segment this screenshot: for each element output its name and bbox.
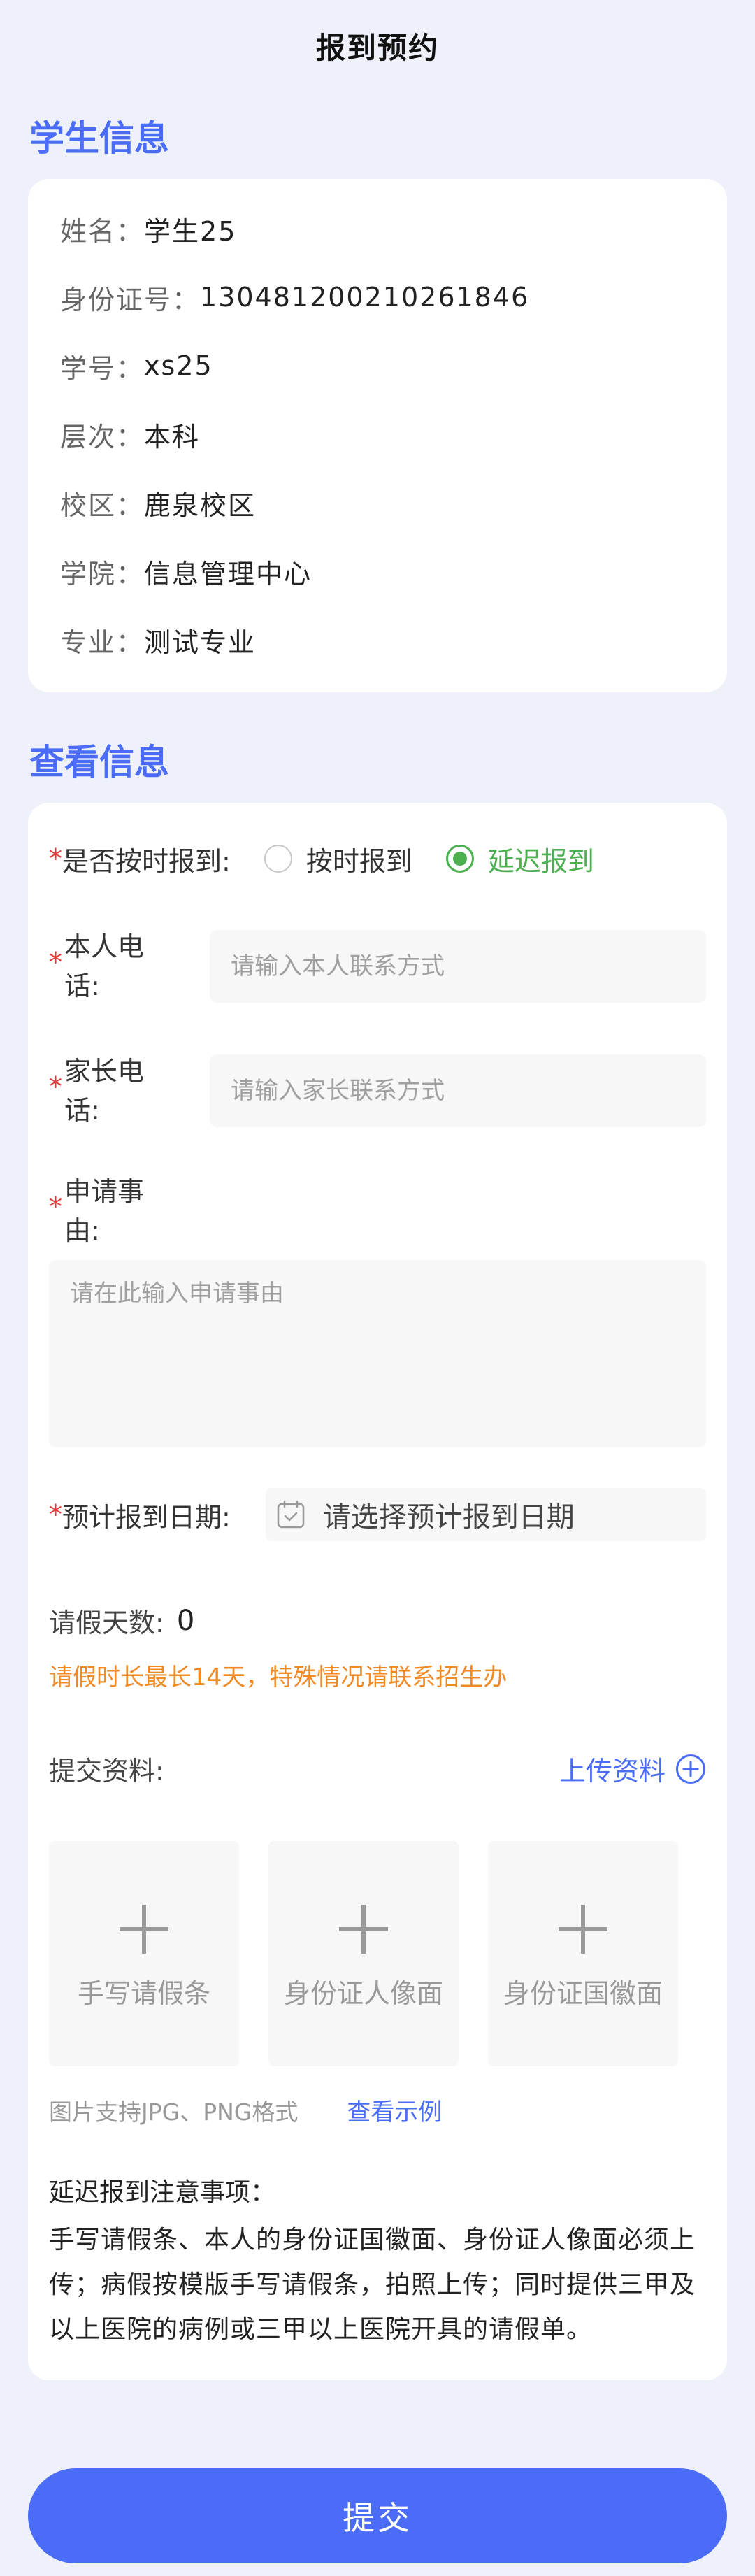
info-key: 层次： <box>60 421 145 452</box>
info-row-id-number: 身份证号： 130481200210261846 <box>28 263 727 331</box>
notice-title: 延迟报到注意事项： <box>49 2178 276 2207</box>
radio-ontime[interactable]: 按时报到 <box>264 840 412 878</box>
required-mark: * <box>49 1499 62 1530</box>
radio-ontime-label: 按时报到 <box>305 845 412 877</box>
student-info-card: 姓名： 学生25 身份证号： 130481200210261846 学号： xs… <box>28 179 727 692</box>
date-placeholder: 请选择预计报到日期 <box>322 1501 575 1533</box>
info-key: 专业： <box>60 627 145 658</box>
leave-days-row: 请假天数: 0 <box>49 1601 706 1640</box>
info-value: xs25 <box>144 350 213 381</box>
upload-button-label: 上传资料 <box>559 1756 666 1787</box>
ontime-row: * 是否按时报到: 按时报到 延迟报到 <box>49 831 706 887</box>
plus-icon <box>559 1904 607 1954</box>
info-row-college: 学院： 信息管理中心 <box>28 537 727 606</box>
upload-tile-label: 身份证国徽面 <box>503 1977 663 2009</box>
date-row: * 预计报到日期: 请选择预计报到日期 <box>49 1487 706 1543</box>
plus-icon <box>120 1904 168 1954</box>
radio-delayed-label: 延迟报到 <box>487 845 594 877</box>
self-phone-row: * 本人电话: <box>49 927 706 1006</box>
upload-row: 提交资料: 上传资料 <box>49 1749 706 1788</box>
radio-delayed[interactable]: 延迟报到 <box>445 840 594 878</box>
required-mark: * <box>49 843 62 874</box>
plus-icon <box>339 1904 388 1954</box>
view-example-link[interactable]: 查看示例 <box>347 2093 442 2127</box>
info-row-major: 专业： 测试专业 <box>28 606 727 674</box>
self-phone-label: 本人电话: <box>64 931 145 1001</box>
info-key: 学院： <box>60 558 145 589</box>
info-key: 学号： <box>60 352 145 384</box>
student-info-title: 学生信息 <box>29 118 169 159</box>
reason-block: * 申请事由: <box>49 1172 706 1450</box>
info-key: 校区： <box>60 489 145 521</box>
upload-tiles: 手写请假条 身份证人像面 身份证国徽面 <box>49 1841 706 2066</box>
parent-phone-row: * 家长电话: <box>49 1052 706 1130</box>
view-info-title: 查看信息 <box>29 742 169 782</box>
application-form-card: * 是否按时报到: 按时报到 延迟报到 * 本人电话: * 家长电话: * 申请… <box>28 803 727 2380</box>
upload-tile-label: 手写请假条 <box>77 1977 210 2009</box>
submit-button[interactable]: 提交 <box>28 2468 727 2563</box>
reason-label: 申请事由: <box>64 1176 145 1246</box>
upload-tile-id-emblem[interactable]: 身份证国徽面 <box>488 1841 678 2066</box>
info-value: 信息管理中心 <box>144 558 312 589</box>
format-row: 图片支持JPG、PNG格式 查看示例 <box>49 2093 706 2127</box>
ontime-label: 是否按时报到: <box>62 845 231 877</box>
info-row-level: 层次： 本科 <box>28 400 727 468</box>
notice-body: 手写请假条、本人的身份证国徽面、身份证人像面必须上传；病假按模版手写请假条，拍照… <box>49 2226 696 2344</box>
info-row-student-number: 学号： xs25 <box>28 331 727 400</box>
reason-label-wrap: * 申请事由: <box>49 1172 189 1250</box>
format-hint: 图片支持JPG、PNG格式 <box>49 2098 299 2126</box>
self-phone-input[interactable] <box>210 930 706 1003</box>
date-label: 预计报到日期: <box>62 1501 231 1533</box>
upload-tile-id-portrait[interactable]: 身份证人像面 <box>268 1841 459 2066</box>
info-row-campus: 校区： 鹿泉校区 <box>28 468 727 537</box>
parent-phone-label-wrap: * 家长电话: <box>49 1052 210 1130</box>
required-mark: * <box>49 947 62 978</box>
info-key: 身份证号： <box>60 284 201 315</box>
info-key: 姓名： <box>60 215 145 247</box>
info-value: 130481200210261846 <box>200 282 530 313</box>
upload-button[interactable]: 上传资料 <box>559 1749 706 1788</box>
radio-checked-icon <box>445 845 474 873</box>
info-value: 测试专业 <box>144 627 257 658</box>
info-value: 鹿泉校区 <box>144 489 257 521</box>
info-value: 本科 <box>144 421 201 452</box>
date-picker[interactable]: 请选择预计报到日期 <box>265 1488 706 1541</box>
required-mark: * <box>49 1071 62 1102</box>
radio-unchecked-icon <box>264 845 292 873</box>
upload-label: 提交资料: <box>49 1756 164 1787</box>
self-phone-label-wrap: * 本人电话: <box>49 927 210 1006</box>
plus-circle-icon <box>676 1754 705 1784</box>
upload-tile-leave-note[interactable]: 手写请假条 <box>49 1841 239 2066</box>
page-title: 报到预约 <box>315 30 439 65</box>
info-row-name: 姓名： 学生25 <box>28 194 727 263</box>
upload-tile-label: 身份证人像面 <box>283 1977 443 2009</box>
required-mark: * <box>49 1192 62 1222</box>
parent-phone-label: 家长电话: <box>64 1056 145 1126</box>
parent-phone-input[interactable] <box>210 1054 706 1127</box>
reason-textarea[interactable] <box>49 1260 706 1447</box>
leave-warning: 请假时长最长14天，特殊情况请联系招生办 <box>49 1663 508 1691</box>
leave-days-label: 请假天数: <box>49 1608 164 1638</box>
leave-days-value: 0 <box>176 1604 195 1637</box>
info-value: 学生25 <box>144 215 237 247</box>
calendar-icon <box>277 1500 305 1529</box>
page-header: 报到预约 <box>0 0 755 91</box>
